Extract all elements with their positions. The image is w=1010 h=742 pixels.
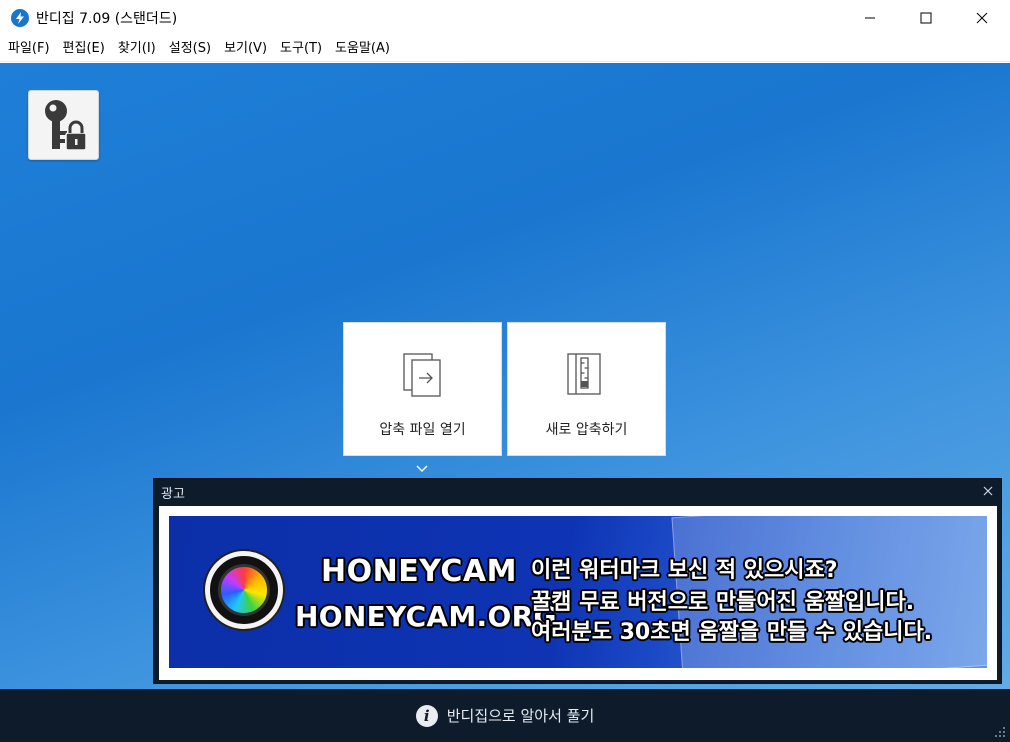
ad-close-button[interactable] bbox=[981, 484, 995, 498]
password-manager-button[interactable] bbox=[28, 90, 99, 160]
info-icon: i bbox=[415, 704, 438, 727]
chevron-down-icon[interactable] bbox=[414, 463, 430, 475]
menu-file[interactable]: 파일(F) bbox=[2, 36, 57, 62]
menu-view[interactable]: 보기(V) bbox=[218, 36, 274, 62]
ad-frame: HONEYCAM HONEYCAM.ORG 이런 워터마크 보신 적 있으시죠?… bbox=[159, 506, 997, 680]
honeycam-logo-icon bbox=[205, 551, 283, 629]
ad-header: 광고 bbox=[154, 479, 1001, 505]
ad-header-label: 광고 bbox=[161, 486, 185, 502]
ad-line: 꿀캠 무료 버전으로 만들어진 움짤입니다. bbox=[531, 590, 915, 615]
menu-edit[interactable]: 편집(E) bbox=[57, 36, 112, 62]
menu-find[interactable]: 찾기(I) bbox=[112, 36, 163, 62]
menu-bar: 파일(F) 편집(E) 찾기(I) 설정(S) 보기(V) 도구(T) 도움말(… bbox=[0, 36, 1010, 62]
ad-panel: 광고 HONEYCAM HONEYCAM.ORG 이런 워터마크 보신 적 있으… bbox=[153, 478, 1002, 684]
ad-line: 여러분도 30초면 움짤을 만들 수 있습니다. bbox=[531, 620, 933, 645]
new-archive-icon bbox=[565, 351, 609, 399]
ad-line: 이런 워터마크 보신 적 있으시죠? bbox=[531, 558, 838, 583]
close-icon bbox=[983, 486, 993, 496]
open-archive-label: 압축 파일 열기 bbox=[379, 422, 466, 438]
open-archive-button[interactable]: 압축 파일 열기 bbox=[343, 322, 502, 456]
menu-tools[interactable]: 도구(T) bbox=[274, 36, 329, 62]
window-title: 반디집 7.09 (스탠더드) bbox=[36, 11, 178, 27]
key-lock-icon bbox=[44, 100, 87, 151]
status-bar: i 반디집으로 알아서 풀기 bbox=[0, 689, 1010, 742]
ad-brand: HONEYCAM bbox=[321, 554, 517, 589]
workspace: 압축 파일 열기 새로 압축하기 광고 HONEYCAM HONEYCAM.OR… bbox=[0, 63, 1010, 689]
new-archive-label: 새로 압축하기 bbox=[545, 422, 628, 438]
window-controls bbox=[842, 0, 1010, 36]
menu-settings[interactable]: 설정(S) bbox=[163, 36, 218, 62]
minimize-button[interactable] bbox=[842, 0, 898, 36]
close-button[interactable] bbox=[954, 0, 1010, 36]
minimize-icon bbox=[865, 17, 875, 19]
new-archive-button[interactable]: 새로 압축하기 bbox=[507, 322, 666, 456]
maximize-icon bbox=[920, 12, 932, 24]
resize-grip-icon[interactable] bbox=[994, 726, 1006, 738]
ad-url: HONEYCAM.ORG bbox=[295, 600, 557, 633]
bandizip-logo-icon[interactable] bbox=[11, 9, 29, 27]
close-icon bbox=[976, 12, 988, 24]
smart-extract-link[interactable]: i 반디집으로 알아서 풀기 bbox=[415, 704, 595, 727]
open-archive-icon bbox=[401, 351, 445, 399]
ad-banner[interactable]: HONEYCAM HONEYCAM.ORG 이런 워터마크 보신 적 있으시죠?… bbox=[169, 516, 987, 668]
status-text: 반디집으로 알아서 풀기 bbox=[446, 707, 595, 725]
menu-help[interactable]: 도움말(A) bbox=[329, 36, 397, 62]
title-bar: 반디집 7.09 (스탠더드) bbox=[0, 0, 1010, 36]
maximize-button[interactable] bbox=[898, 0, 954, 36]
